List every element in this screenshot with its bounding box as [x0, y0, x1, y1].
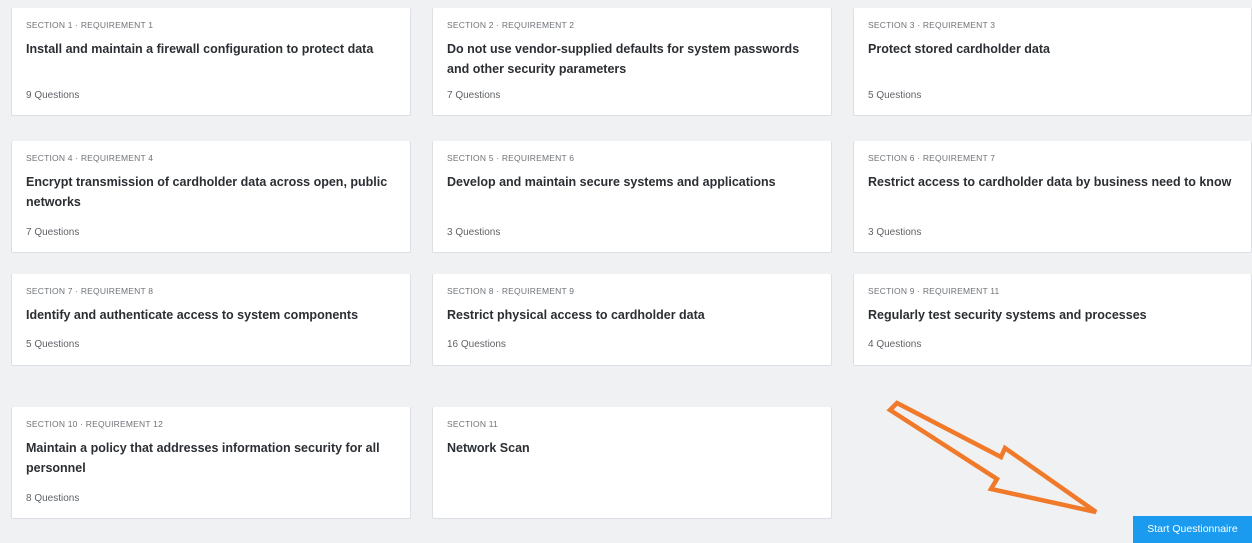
question-count: 3 Questions — [868, 227, 922, 238]
question-count: 3 Questions — [447, 227, 501, 238]
section-label: SECTION 11 — [447, 419, 498, 429]
section-title: Install and maintain a firewall configur… — [26, 42, 374, 56]
section-label: SECTION 4 · REQUIREMENT 4 — [26, 153, 154, 163]
section-title: Encrypt transmission of cardholder data … — [26, 175, 388, 209]
section-label: SECTION 9 · REQUIREMENT 11 — [868, 286, 1000, 296]
section-title: Restrict access to cardholder data by bu… — [868, 175, 1232, 189]
question-count: 9 Questions — [26, 90, 80, 101]
section-card-8[interactable]: SECTION 8 · REQUIREMENT 9 Restrict physi… — [432, 274, 832, 366]
section-title: Maintain a policy that addresses informa… — [26, 441, 380, 475]
section-card-4[interactable]: SECTION 4 · REQUIREMENT 4 Encrypt transm… — [11, 141, 411, 253]
section-title: Develop and maintain secure systems and … — [447, 175, 776, 189]
section-label: SECTION 8 · REQUIREMENT 9 — [447, 286, 575, 296]
question-count: 7 Questions — [26, 227, 80, 238]
section-label: SECTION 5 · REQUIREMENT 6 — [447, 153, 575, 163]
section-title: Restrict physical access to cardholder d… — [447, 308, 705, 322]
section-title: Protect stored cardholder data — [868, 42, 1050, 56]
section-card-9[interactable]: SECTION 9 · REQUIREMENT 11 Regularly tes… — [853, 274, 1252, 366]
question-count: 4 Questions — [868, 339, 922, 350]
section-card-3[interactable]: SECTION 3 · REQUIREMENT 3 Protect stored… — [853, 8, 1252, 116]
section-label: SECTION 3 · REQUIREMENT 3 — [868, 20, 996, 30]
section-label: SECTION 2 · REQUIREMENT 2 — [447, 20, 575, 30]
section-title: Identify and authenticate access to syst… — [26, 308, 359, 322]
section-card-6[interactable]: SECTION 6 · REQUIREMENT 7 Restrict acces… — [853, 141, 1252, 253]
section-card-2[interactable]: SECTION 2 · REQUIREMENT 2 Do not use ven… — [432, 8, 832, 116]
question-count: 5 Questions — [868, 90, 922, 101]
section-card-10[interactable]: SECTION 10 · REQUIREMENT 12 Maintain a p… — [11, 407, 411, 519]
section-label: SECTION 10 · REQUIREMENT 12 — [26, 419, 164, 429]
question-count: 7 Questions — [447, 90, 501, 101]
section-title: Regularly test security systems and proc… — [868, 308, 1147, 322]
question-count: 8 Questions — [26, 493, 80, 504]
section-label: SECTION 7 · REQUIREMENT 8 — [26, 286, 154, 296]
section-title: Do not use vendor-supplied defaults for … — [447, 42, 800, 76]
start-questionnaire-button[interactable]: Start Questionnaire — [1133, 516, 1252, 543]
question-count: 16 Questions — [447, 339, 506, 350]
section-card-1[interactable]: SECTION 1 · REQUIREMENT 1 Install and ma… — [11, 8, 411, 116]
section-card-5[interactable]: SECTION 5 · REQUIREMENT 6 Develop and ma… — [432, 141, 832, 253]
section-title: Network Scan — [447, 441, 530, 455]
section-label: SECTION 6 · REQUIREMENT 7 — [868, 153, 996, 163]
section-label: SECTION 1 · REQUIREMENT 1 — [26, 20, 154, 30]
section-card-11[interactable]: SECTION 11 Network Scan — [432, 407, 832, 519]
question-count: 5 Questions — [26, 339, 80, 350]
section-card-grid: SECTION 1 · REQUIREMENT 1 Install and ma… — [11, 8, 1252, 519]
section-card-7[interactable]: SECTION 7 · REQUIREMENT 8 Identify and a… — [11, 274, 411, 366]
